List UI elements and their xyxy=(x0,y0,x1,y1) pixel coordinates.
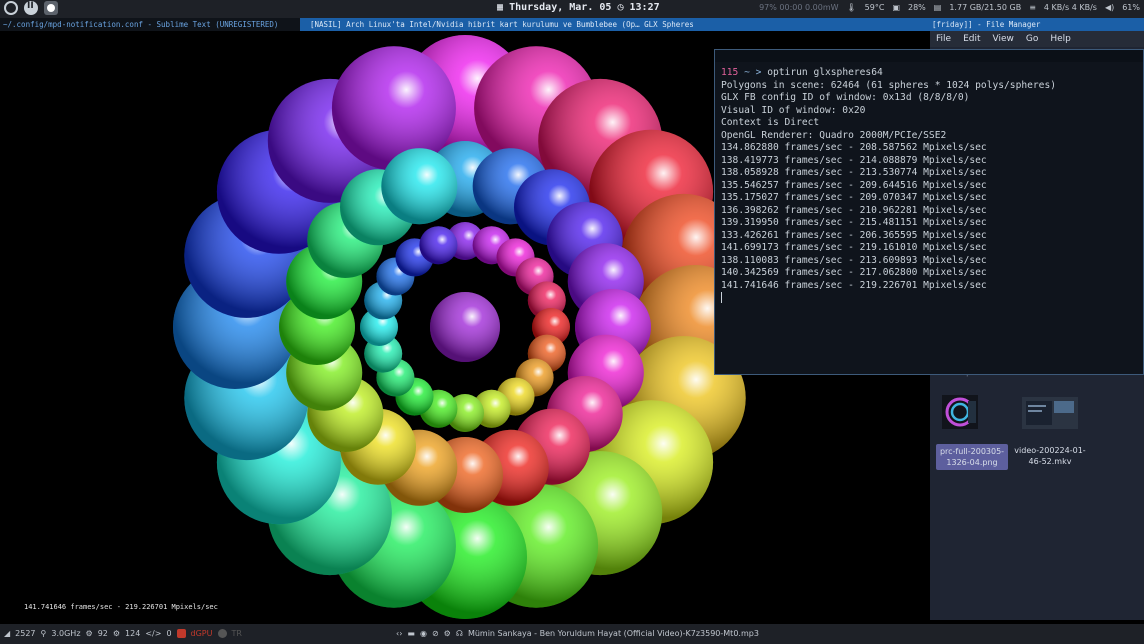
dgpu-label[interactable]: dGPU xyxy=(191,629,213,638)
menu-help[interactable]: Help xyxy=(1050,31,1071,47)
network-text: 4 KB/s 4 KB/s xyxy=(1043,3,1097,12)
network-icon: ≡ xyxy=(1029,3,1036,12)
file-item-mkv[interactable]: video-200224-01-46-52.mkv xyxy=(1014,445,1086,467)
terminal-line: 138.110083 frames/sec - 213.609893 Mpixe… xyxy=(721,254,987,266)
terminal-titlebar[interactable] xyxy=(715,50,1143,62)
disk-icon: ▣ xyxy=(892,3,900,12)
terminal-line: 138.419773 frames/sec - 214.088879 Mpixe… xyxy=(721,154,987,166)
prompt-number: 115 xyxy=(721,67,739,78)
time-text: 13:27 xyxy=(629,2,660,13)
workspace-active-icon[interactable] xyxy=(44,1,58,15)
now-playing-text[interactable]: Mümin Sankaya - Ben Yoruldum Hayat (Offi… xyxy=(468,629,759,638)
battery-power-text: 97% 00:00 0.00mW xyxy=(759,3,839,12)
sphere-highlight xyxy=(419,226,458,265)
package-count: 2527 xyxy=(15,629,36,638)
terminal-line: Visual ID of window: 0x20 xyxy=(721,104,866,116)
terminal-line: 133.426261 frames/sec - 206.365595 Mpixe… xyxy=(721,229,987,241)
terminal-line: 141.699173 frames/sec - 219.161010 Mpixe… xyxy=(721,242,987,253)
disk-usage-text: 28% xyxy=(908,3,926,12)
center-sphere-highlight xyxy=(430,292,500,362)
package-icon: ◢ xyxy=(4,629,11,638)
terminal-line: Context is Direct xyxy=(721,117,820,128)
menu-edit[interactable]: Edit xyxy=(963,31,980,47)
terminal-line: 135.175027 frames/sec - 209.070347 Mpixe… xyxy=(721,192,987,203)
code-brackets-icon[interactable]: ‹› xyxy=(396,629,402,638)
code-icon: </> xyxy=(145,629,162,638)
cpu-value-2: 124 xyxy=(125,629,141,638)
volume-text: 61% xyxy=(1122,3,1140,12)
terminal-line: 139.319950 frames/sec - 215.481151 Mpixe… xyxy=(721,217,987,228)
image-thumbnail-icon[interactable] xyxy=(942,395,978,429)
gears-icon: ⚙ xyxy=(112,629,121,638)
window-title-strip: ~/.config/mpd-notification.conf - Sublim… xyxy=(0,18,1144,31)
code-count: 0 xyxy=(166,629,172,638)
fps-overlay: 141.741646 frames/sec - 219.226701 Mpixe… xyxy=(24,603,218,611)
file-manager-menubar: File Edit View Go Help xyxy=(930,31,1144,47)
settings-icon[interactable]: ⚙ xyxy=(444,629,451,638)
media-pause-icon[interactable] xyxy=(24,1,38,15)
memory-icon: ▤ xyxy=(933,3,942,12)
status-tray: 97% 00:00 0.00mW 🌡 59°C ▣ 28% ▤ 1.77 GB/21.… xyxy=(759,3,1140,12)
terminal-line: 140.342569 frames/sec - 217.062800 Mpixe… xyxy=(721,267,987,278)
terminal-line: 135.546257 frames/sec - 209.644516 Mpixe… xyxy=(721,179,987,191)
terminal-line: 141.741646 frames/sec - 219.226701 Mpixe… xyxy=(721,279,987,291)
terminal-command: optirun glxspheres64 xyxy=(767,67,883,78)
temperature-text: 59°C xyxy=(864,3,885,12)
globe-icon xyxy=(217,629,227,638)
menu-file[interactable]: File xyxy=(936,31,951,47)
terminal-line: Polygons in scene: 62464 (61 spheres * 1… xyxy=(721,79,1057,91)
media-player-bar: ‹› ▬ ◉ ⊘ ⚙ ☊ Mümin Sankaya - Ben Yoruldu… xyxy=(396,629,759,638)
terminal-line: 136.398262 frames/sec - 210.962281 Mpixe… xyxy=(721,204,987,216)
volume-icon[interactable]: ◀) xyxy=(1105,3,1114,12)
cpu-frequency: 3.0GHz xyxy=(51,629,81,638)
sphere-highlight xyxy=(381,148,458,225)
clock-icon: ◷ xyxy=(617,2,624,13)
thermometer-icon: 🌡 xyxy=(846,3,857,12)
compass-icon[interactable]: ◉ xyxy=(420,629,427,638)
no-icon[interactable]: ⊘ xyxy=(432,629,439,638)
prompt-symbol: > xyxy=(755,67,762,78)
workspace-1-icon[interactable] xyxy=(4,1,18,15)
video-thumbnail-icon[interactable] xyxy=(1022,397,1078,429)
gpu-icon xyxy=(176,629,186,638)
headphones-icon: ☊ xyxy=(455,629,463,638)
terminal-line: OpenGL Renderer: Quadro 2000M/PCIe/SSE2 xyxy=(721,129,947,141)
clock[interactable]: ▦ Thursday, Mar. 05 ◷ 13:27 xyxy=(497,2,660,13)
window-title-sublime[interactable]: ~/.config/mpd-notification.conf - Sublim… xyxy=(3,20,303,29)
top-bar: ▦ Thursday, Mar. 05 ◷ 13:27 97% 00:00 0.… xyxy=(0,0,1144,18)
bottom-bar: ◢ 2527 ⚲ 3.0GHz ⚙ 92 ⚙ 124 </> 0 dGPU TR… xyxy=(0,624,1144,644)
cpu-value-1: 92 xyxy=(97,629,108,638)
terminal-line: GLX FB config ID of window: 0x13d (8/8/8… xyxy=(721,92,970,103)
system-indicators: ◢ 2527 ⚲ 3.0GHz ⚙ 92 ⚙ 124 </> 0 dGPU TR xyxy=(4,629,242,638)
prompt-dir: ~ xyxy=(744,67,750,78)
terminal-line: 138.058928 frames/sec - 213.530774 Mpixe… xyxy=(721,167,987,178)
date-text: Thursday, Mar. 05 xyxy=(509,2,612,13)
file-item-png[interactable]: prc-full-200305-1326-04.png xyxy=(936,444,1008,470)
memory-text: 1.77 GB/21.50 GB xyxy=(949,3,1022,12)
menu-view[interactable]: View xyxy=(993,31,1014,47)
terminal-line: 134.862880 frames/sec - 208.587562 Mpixe… xyxy=(721,142,987,153)
menu-go[interactable]: Go xyxy=(1026,31,1038,47)
calendar-icon: ▦ xyxy=(497,2,504,13)
terminal-cursor xyxy=(721,292,722,303)
sphere-highlight xyxy=(331,46,456,171)
keyboard-layout[interactable]: TR xyxy=(232,629,242,638)
gear-icon: ⚙ xyxy=(85,629,93,638)
window-title-browser[interactable]: [NASIL] Arch Linux'ta Intel/Nvidia hibri… xyxy=(300,18,930,31)
folder-icon[interactable]: ▬ xyxy=(407,629,415,638)
workspace-switcher xyxy=(4,1,58,15)
terminal-window[interactable]: 115 ~ > optirun glxspheres64 Polygons in… xyxy=(714,49,1144,375)
bike-icon: ⚲ xyxy=(40,629,47,638)
window-title-filemanager[interactable]: [friday]] - File Manager xyxy=(930,18,1144,31)
terminal-output: 115 ~ > optirun glxspheres64 Polygons in… xyxy=(715,62,1143,310)
